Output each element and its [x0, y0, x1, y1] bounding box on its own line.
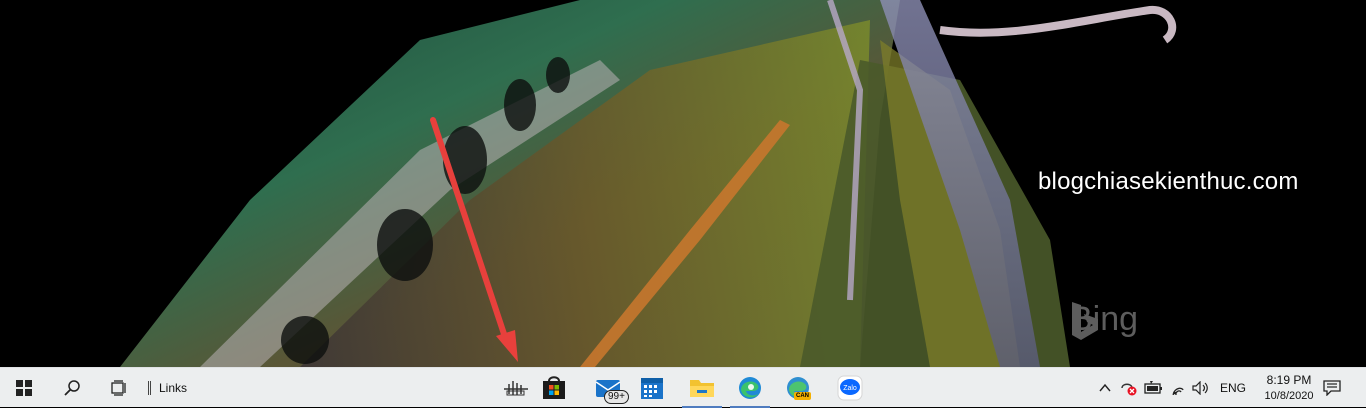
- taskbar: Links 99+ CAN Zalo ENG 8:19 PM 10/8/2020: [0, 367, 1366, 408]
- taskbar-app-calendar[interactable]: [630, 368, 674, 408]
- blog-watermark: blogchiasekienthuc.com: [1038, 168, 1299, 195]
- task-view-button[interactable]: [98, 368, 142, 408]
- search-icon: [64, 380, 80, 396]
- taskbar-app-file-explorer[interactable]: [680, 368, 724, 408]
- action-center-button[interactable]: [1316, 368, 1348, 408]
- volume-icon: [1192, 381, 1208, 395]
- edge-icon: [739, 377, 761, 399]
- taskbar-app-edge-canary[interactable]: [776, 368, 820, 408]
- bing-logo: Bing: [1070, 300, 1138, 340]
- bing-icon: [1072, 302, 1098, 340]
- battery-icon: [1144, 381, 1162, 394]
- network-error-icon: [1121, 383, 1137, 396]
- mail-unread-badge: 99+: [604, 390, 629, 404]
- zalo-icon: Zalo: [837, 375, 863, 401]
- clock-date: 10/8/2020: [1264, 390, 1314, 402]
- tray-network-error[interactable]: [1118, 368, 1140, 408]
- action-center-icon: [1323, 380, 1341, 396]
- show-hidden-icons-button[interactable]: [1096, 368, 1114, 408]
- toolbar-grip[interactable]: [148, 381, 151, 395]
- tray-wifi[interactable]: [1168, 368, 1190, 408]
- edge-canary-label: CAN: [794, 392, 811, 400]
- taskbar-app-microsoft-store[interactable]: [532, 368, 576, 408]
- clock-time: 8:19 PM: [1266, 373, 1312, 387]
- file-explorer-icon: [690, 380, 714, 397]
- input-language-indicator[interactable]: ENG: [1220, 368, 1246, 408]
- clock[interactable]: 8:19 PM 10/8/2020: [1264, 368, 1314, 408]
- windows-logo-icon: [16, 380, 32, 396]
- taskbar-app-zalo[interactable]: Zalo: [828, 368, 872, 408]
- desktop-wallpaper: blogchiasekienthuc.com Bing: [0, 0, 1366, 367]
- wifi-icon: [1172, 387, 1184, 395]
- tray-volume[interactable]: [1190, 368, 1212, 408]
- microsoft-store-icon: [543, 376, 565, 399]
- links-label: Links: [159, 381, 188, 395]
- zalo-icon-label: Zalo: [843, 385, 857, 392]
- calendar-icon: [641, 378, 663, 399]
- taskbar-app-edge[interactable]: [728, 368, 772, 408]
- chevron-up-icon: [1099, 383, 1111, 392]
- start-button[interactable]: [0, 368, 48, 408]
- keyboard-spinner-icon: [504, 381, 528, 396]
- task-view-icon: [111, 380, 126, 396]
- search-button[interactable]: [50, 368, 94, 408]
- links-toolbar[interactable]: Links: [148, 368, 187, 408]
- tray-battery[interactable]: [1142, 368, 1166, 408]
